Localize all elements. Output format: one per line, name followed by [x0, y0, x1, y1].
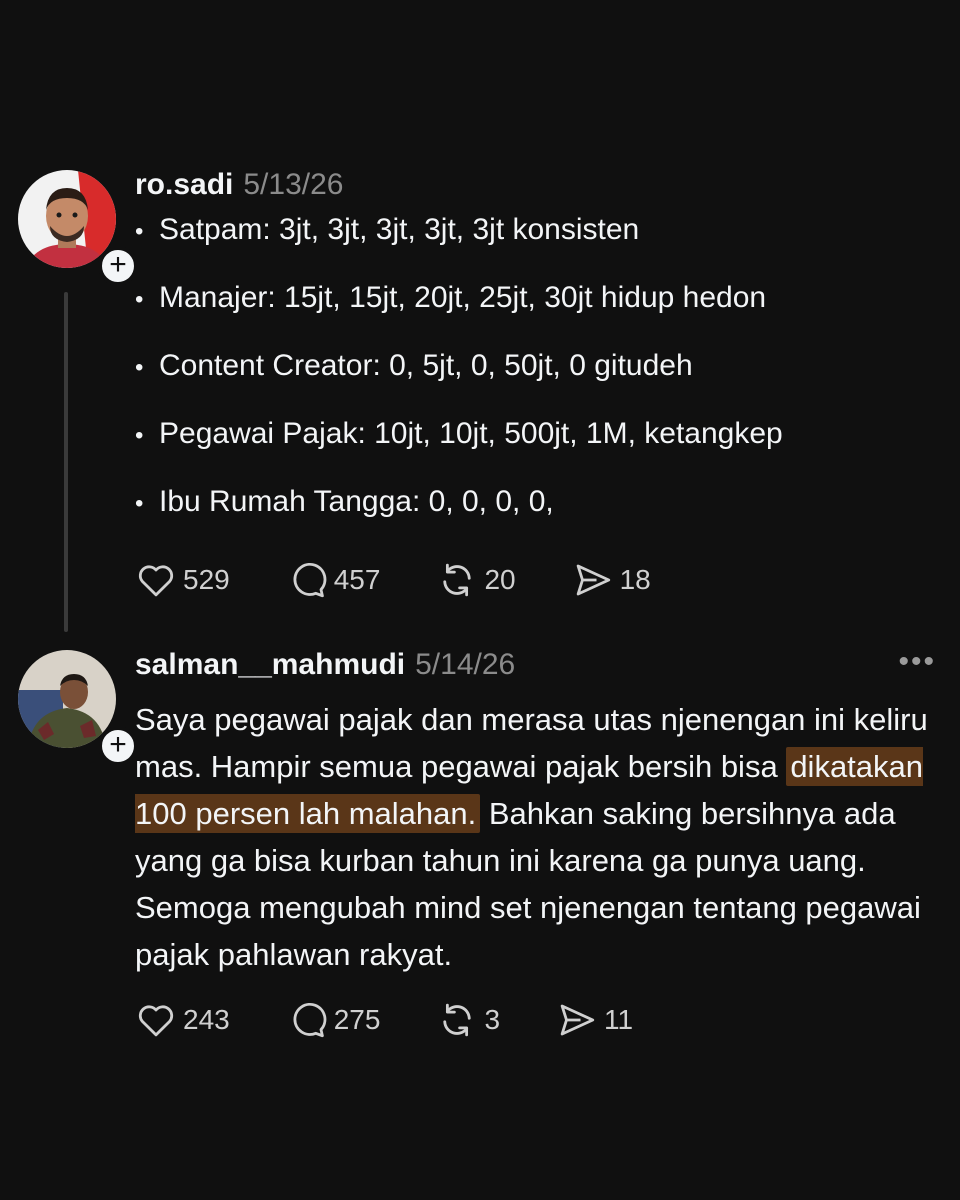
- action-bar: 529 457 20 18: [135, 558, 707, 602]
- list-item-text: Content Creator: 0, 5jt, 0, 50jt, 0 gitu…: [159, 349, 693, 382]
- list-item-text: Manajer: 15jt, 15jt, 20jt, 25jt, 30jt hi…: [159, 281, 767, 314]
- share-button[interactable]: 11: [556, 999, 633, 1041]
- follow-plus-icon[interactable]: +: [98, 246, 138, 286]
- list-item: • Satpam: 3jt, 3jt, 3jt, 3jt, 3jt konsist…: [135, 210, 940, 278]
- follow-plus-icon[interactable]: +: [98, 726, 138, 766]
- share-icon: [576, 564, 610, 596]
- bullet-icon: •: [135, 490, 144, 517]
- list-item: • Ibu Rumah Tangga: 0, 0, 0, 0,: [135, 482, 940, 550]
- list-item: • Pegawai Pajak: 10jt, 10jt, 500jt, 1M, k…: [135, 414, 940, 482]
- bullet-icon: •: [135, 286, 144, 313]
- like-button[interactable]: 529: [135, 559, 230, 601]
- thread-connector: [64, 292, 68, 632]
- bullet-icon: •: [135, 218, 144, 245]
- more-icon[interactable]: •••: [898, 640, 936, 684]
- bullet-icon: •: [135, 422, 144, 449]
- reply-button[interactable]: 457: [286, 559, 381, 601]
- repost-count: 3: [484, 1004, 501, 1035]
- post-body-list: • Satpam: 3jt, 3jt, 3jt, 3jt, 3jt konsist…: [135, 210, 940, 550]
- username[interactable]: salman__mahmudi: [135, 648, 405, 681]
- reply-count: 457: [333, 564, 381, 595]
- share-button[interactable]: 18: [572, 559, 651, 601]
- share-count: 11: [604, 1004, 634, 1035]
- reply-button[interactable]: 275: [286, 999, 381, 1041]
- list-item-text: Pegawai Pajak: 10jt, 10jt, 500jt, 1M, ke…: [159, 417, 783, 450]
- list-item: • Manajer: 15jt, 15jt, 20jt, 25jt, 30jt h…: [135, 278, 940, 346]
- share-count: 18: [619, 564, 651, 595]
- reply-count: 275: [333, 1004, 381, 1035]
- bullet-icon: •: [135, 354, 144, 381]
- post-date: 5/13/26: [243, 168, 344, 201]
- list-item-text: Satpam: 3jt, 3jt, 3jt, 3jt, 3jt konsiste…: [159, 213, 640, 246]
- post-header: salman__mahmudi 5/14/26 •••: [135, 640, 940, 690]
- action-bar: 243 275 3 11: [135, 998, 689, 1042]
- heart-icon: [138, 565, 174, 597]
- repost-button[interactable]: 3: [436, 999, 500, 1041]
- post-content: ro.sadi 5/13/26 • Satpam: 3jt, 3jt, 3jt, 3…: [135, 160, 940, 598]
- comment-icon: [293, 562, 327, 598]
- list-item-text: Ibu Rumah Tangga: 0, 0, 0, 0,: [159, 485, 554, 518]
- repost-button[interactable]: 20: [436, 559, 516, 601]
- like-count: 529: [183, 564, 230, 595]
- post-date: 5/14/26: [415, 648, 516, 681]
- heart-icon: [138, 1005, 174, 1037]
- avatar-container[interactable]: +: [18, 170, 138, 286]
- username[interactable]: ro.sadi: [135, 168, 233, 201]
- post-content: salman__mahmudi 5/14/26 ••• Saya pegawai …: [135, 640, 940, 1038]
- post-header: ro.sadi 5/13/26: [135, 160, 940, 210]
- repost-icon: [443, 1003, 472, 1037]
- comment-icon: [293, 1002, 327, 1038]
- post-body: Saya pegawai pajak dan merasa utas njene…: [135, 696, 935, 978]
- avatar-container[interactable]: +: [18, 650, 138, 766]
- repost-count: 20: [484, 564, 516, 595]
- like-button[interactable]: 243: [135, 999, 230, 1041]
- repost-icon: [443, 563, 472, 597]
- like-count: 243: [183, 1004, 230, 1035]
- list-item: • Content Creator: 0, 5jt, 0, 50jt, 0 git…: [135, 346, 940, 414]
- share-icon: [560, 1004, 595, 1036]
